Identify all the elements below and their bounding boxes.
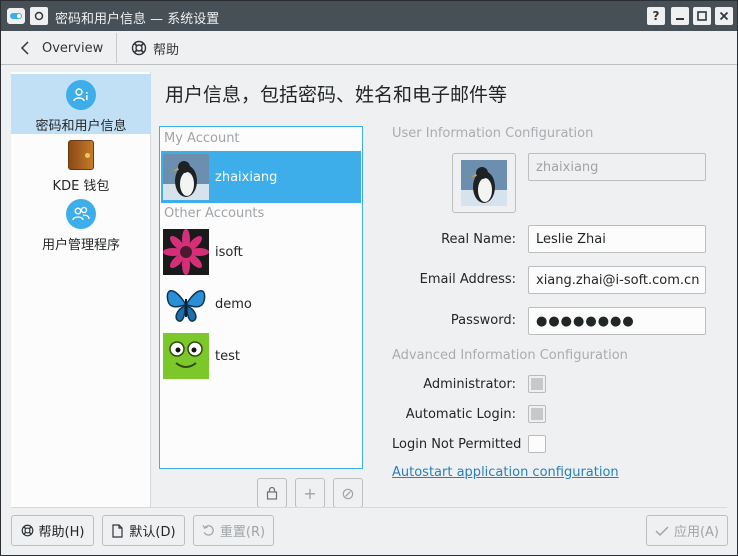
user-photo-button[interactable]: [452, 153, 516, 213]
title-bar[interactable]: 密码和用户信息 — 系统设置 ?: [1, 1, 737, 31]
list-item-account-isoft[interactable]: isoft: [161, 226, 361, 278]
sidebar-item-user-manager[interactable]: 用户管理程序: [11, 193, 151, 253]
account-name: demo: [215, 296, 252, 312]
lifebuoy-icon: [131, 40, 147, 56]
reset-button: 重置(R): [193, 515, 274, 546]
remove-user-button[interactable]: ⊘: [333, 478, 363, 508]
help-toolbar-label: 帮助: [153, 42, 180, 58]
sidebar-item-label: 密码和用户信息: [35, 119, 127, 134]
account-name: test: [215, 348, 240, 364]
list-item-account-demo[interactable]: demo: [161, 278, 361, 330]
settings-window: 密码和用户信息 — 系统设置 ? Overview 帮助 密码和用户信息 KDE…: [0, 0, 738, 556]
apply-button: 应用(A): [646, 515, 728, 546]
sidebar-item-password-user-info[interactable]: 密码和用户信息: [11, 74, 151, 134]
lock-button[interactable]: [257, 478, 287, 508]
toolbar-separator: [116, 33, 117, 63]
real-name-label: Real Name:: [441, 232, 516, 247]
lock-icon: [266, 486, 278, 500]
window-title: 密码和用户信息 — 系统设置: [55, 12, 220, 27]
real-name-field[interactable]: Leslie Zhai: [528, 225, 706, 253]
account-name: isoft: [215, 244, 243, 260]
sidebar-item-kde-wallet[interactable]: KDE 钱包: [11, 134, 151, 194]
overview-label: Overview: [42, 40, 104, 56]
my-account-group-label: My Account: [164, 131, 240, 146]
close-icon: [719, 11, 729, 21]
penguin-photo: [461, 160, 507, 206]
overview-button[interactable]: Overview: [19, 37, 103, 59]
user-info-icon: [66, 80, 96, 110]
defaults-button[interactable]: 默认(D): [102, 515, 185, 546]
page-title: 用户信息，包括密码、姓名和电子邮件等: [165, 84, 508, 106]
password-field[interactable]: ●●●●●●●●: [528, 307, 706, 335]
toolbar: Overview 帮助: [1, 31, 737, 65]
advanced-section-title: Advanced Information Configuration: [392, 348, 628, 363]
butterfly-avatar: [163, 281, 209, 327]
help-toolbar-button[interactable]: 帮助: [131, 37, 179, 59]
email-field[interactable]: xiang.zhai@i-soft.com.cn: [528, 266, 706, 294]
minimize-button[interactable]: [671, 7, 689, 25]
auto-login-checkbox: [528, 405, 546, 423]
help-title-button[interactable]: ?: [647, 7, 665, 25]
system-settings-app-icon: [7, 8, 25, 24]
minimize-icon: [676, 18, 684, 20]
add-user-button[interactable]: +: [295, 478, 325, 508]
auto-login-label: Automatic Login:: [405, 407, 516, 422]
account-name: zhaixiang: [215, 169, 278, 185]
sidebar-item-label: 用户管理程序: [41, 238, 120, 253]
administrator-label: Administrator:: [423, 377, 516, 392]
penguin-avatar: [163, 154, 209, 200]
flower-avatar: [163, 229, 209, 275]
autostart-config-link[interactable]: Autostart application configuration: [392, 465, 619, 480]
password-label: Password:: [450, 313, 516, 328]
username-field: zhaixiang: [528, 153, 706, 181]
other-accounts-group-label: Other Accounts: [164, 206, 265, 221]
sidebar: 密码和用户信息 KDE 钱包 用户管理程序: [11, 72, 151, 507]
reset-icon: [202, 525, 214, 536]
user-manager-icon: [66, 199, 96, 229]
help-button[interactable]: 帮助(H): [11, 515, 94, 546]
login-not-permitted-checkbox[interactable]: [528, 435, 546, 453]
window-menu-icon: [34, 11, 44, 21]
account-list[interactable]: My Account zhaixiang Other Accounts isof…: [159, 126, 363, 469]
maximize-icon: [697, 11, 707, 21]
email-label: Email Address:: [419, 272, 516, 287]
maximize-button[interactable]: [693, 7, 711, 25]
back-arrow-icon: [20, 41, 29, 55]
sidebar-item-label: KDE 钱包: [52, 179, 110, 194]
close-button[interactable]: [715, 7, 733, 25]
window-menu-button[interactable]: [30, 7, 48, 25]
help-button-label: 帮助(H): [38, 525, 85, 540]
administrator-checkbox: [528, 375, 546, 393]
list-item-account-test[interactable]: test: [161, 330, 361, 382]
reset-button-label: 重置(R): [219, 525, 266, 540]
login-not-permitted-label: Login Not Permitted: [392, 437, 522, 452]
wallet-icon: [68, 140, 94, 170]
checkmark-icon: [655, 525, 669, 536]
document-defaults-icon: [112, 523, 124, 538]
defaults-button-label: 默认(D): [129, 525, 176, 540]
list-item-account-zhaixiang[interactable]: zhaixiang: [161, 151, 361, 203]
footer-divider: [11, 507, 727, 508]
apply-button-label: 应用(A): [673, 525, 720, 540]
lifebuoy-icon: [21, 524, 33, 537]
green-face-avatar: [163, 333, 209, 379]
user-info-section-title: User Information Configuration: [392, 126, 594, 141]
